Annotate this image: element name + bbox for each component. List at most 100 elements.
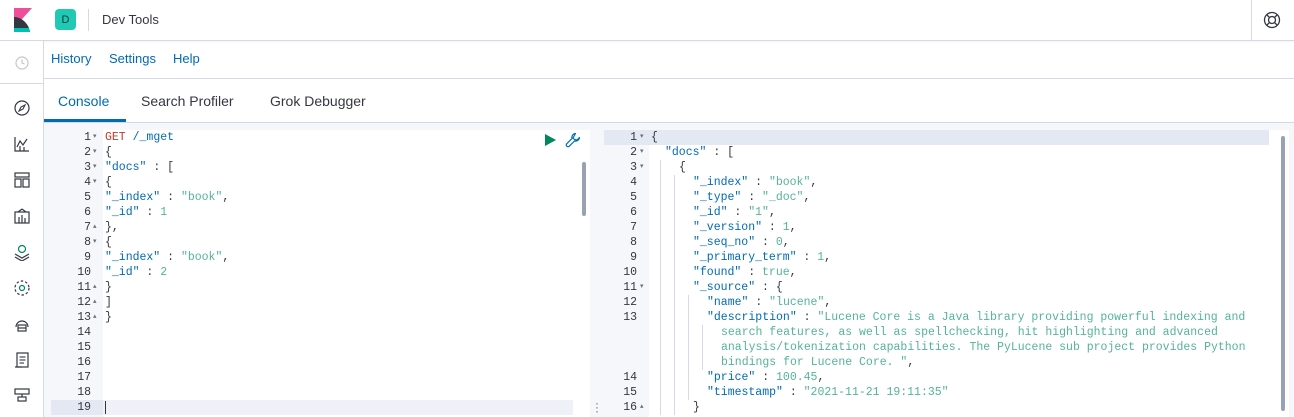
menu-history-link[interactable]: History xyxy=(51,51,91,66)
fold-toggle-icon[interactable]: ▾ xyxy=(93,175,97,190)
indent-guide xyxy=(660,295,661,310)
fold-toggle-icon[interactable]: ▴ xyxy=(93,280,97,295)
help-lifebuoy-icon[interactable] xyxy=(1263,11,1281,29)
line-number: 18 xyxy=(77,386,91,399)
code-line: { xyxy=(105,176,112,189)
code-line: "_index" : "book", xyxy=(105,191,230,204)
line-number xyxy=(604,340,637,355)
indent-guide xyxy=(674,340,675,355)
code-line: }, xyxy=(105,221,119,234)
indent-guide xyxy=(660,385,661,400)
line-number: 13 xyxy=(77,311,91,324)
code-line: "name" : "lucene", xyxy=(707,296,832,309)
fold-toggle-icon[interactable]: ▾ xyxy=(93,145,97,160)
fold-toggle-icon[interactable]: ▾ xyxy=(640,130,644,145)
indent-guide xyxy=(660,205,661,220)
code-line: "_id" : 1 xyxy=(105,206,168,219)
line-number: 15 xyxy=(77,341,91,354)
line-number: 6 xyxy=(630,206,637,219)
tab-grok-debugger[interactable]: Grok Debugger xyxy=(270,93,366,109)
menu-help-link[interactable]: Help xyxy=(173,51,200,66)
tab-console[interactable]: Console xyxy=(58,93,109,109)
indent-guide xyxy=(674,355,675,370)
header-divider-right xyxy=(1251,0,1252,41)
indent-guide xyxy=(660,265,661,280)
active-line-highlight xyxy=(103,400,573,415)
dev-tools-app: D Dev Tools History Settings Help Consol… xyxy=(0,0,1294,417)
indent-guide xyxy=(688,355,689,370)
visualize-chart-icon[interactable] xyxy=(13,135,31,153)
code-line: ] xyxy=(105,296,112,309)
request-editor[interactable]: 1 ▾ GET /_mget 2 ▾{3 ▾ "docs" : [4 ▾{5 "_index" … xyxy=(51,130,590,417)
code-line: GET /_mget xyxy=(105,131,175,144)
pane-resize-handle[interactable]: · · · xyxy=(595,397,599,417)
response-active-line xyxy=(604,130,1269,145)
line-number: 19 xyxy=(77,401,91,414)
line-number: 14 xyxy=(77,326,91,339)
fold-toggle-icon[interactable]: ▾ xyxy=(640,160,644,175)
fold-toggle-icon[interactable]: ▾ xyxy=(93,235,97,250)
logs-icon[interactable] xyxy=(13,351,31,369)
line-number: 4 xyxy=(84,176,91,189)
indent-guide xyxy=(660,340,661,355)
indent-guide xyxy=(688,295,689,310)
side-navigation xyxy=(0,41,44,417)
tab-search-profiler[interactable]: Search Profiler xyxy=(141,93,234,109)
code-line: analysis/tokenization capabilities. The … xyxy=(721,341,1246,354)
indent-guide xyxy=(688,325,689,340)
line-number: 11 xyxy=(623,281,637,294)
line-number: 12 xyxy=(623,296,637,309)
line-number: 10 xyxy=(77,266,91,279)
line-number: 5 xyxy=(84,191,91,204)
indent-guide xyxy=(660,220,661,235)
indent-guide xyxy=(688,310,689,325)
code-line: "timestamp" : "2021-11-21 19:11:35" xyxy=(707,386,949,399)
fold-toggle-icon[interactable]: ▴ xyxy=(93,310,97,325)
code-line: "_id" : "1", xyxy=(693,206,776,219)
maps-icon[interactable] xyxy=(13,243,31,261)
dev-tools-tabs: Console Search Profiler Grok Debugger xyxy=(44,79,1294,123)
line-number: 16 xyxy=(77,356,91,369)
response-viewer[interactable]: 1 ▾{2 ▾ "docs" : [3 ▾{4 "_index" : "book", 5 "_… xyxy=(604,130,1289,417)
clock-icon[interactable] xyxy=(13,54,31,72)
kibana-logo-icon[interactable] xyxy=(11,8,33,32)
machine-learning-icon[interactable] xyxy=(13,279,31,297)
app-title: Dev Tools xyxy=(102,12,159,27)
fold-toggle-icon[interactable]: ▴ xyxy=(93,220,97,235)
code-line: bindings for Lucene Core. ", xyxy=(721,356,915,369)
canvas-icon[interactable] xyxy=(13,207,31,225)
code-line: } xyxy=(693,401,700,414)
fold-toggle-icon[interactable]: ▾ xyxy=(93,130,97,145)
response-scrollbar[interactable] xyxy=(1281,136,1285,411)
code-line: "description" : "Lucene Core is a Java l… xyxy=(707,311,1246,324)
indent-guide xyxy=(660,310,661,325)
space-avatar[interactable]: D xyxy=(55,9,76,30)
menu-settings-link[interactable]: Settings xyxy=(109,51,156,66)
uptime-icon[interactable] xyxy=(13,387,31,405)
indent-guide xyxy=(688,370,689,385)
line-number: 9 xyxy=(84,251,91,264)
fold-toggle-icon[interactable]: ▴ xyxy=(93,295,97,310)
fold-toggle-icon[interactable]: ▾ xyxy=(640,280,644,295)
indent-guide xyxy=(674,295,675,310)
code-line: "found" : true, xyxy=(693,266,797,279)
code-line: { xyxy=(651,131,658,144)
wrench-icon[interactable] xyxy=(565,132,581,148)
indent-guide xyxy=(674,265,675,280)
indent-guide xyxy=(702,325,703,340)
line-number: 2 xyxy=(84,146,91,159)
code-line: "_type" : "_doc", xyxy=(693,191,811,204)
compass-icon[interactable] xyxy=(13,99,31,117)
fold-toggle-icon[interactable]: ▾ xyxy=(93,160,97,175)
indent-guide xyxy=(660,355,661,370)
play-icon[interactable] xyxy=(543,133,557,147)
code-line: "docs" : [ xyxy=(665,146,735,159)
indent-guide xyxy=(702,355,703,370)
code-line: "docs" : [ xyxy=(105,161,175,174)
infrastructure-icon[interactable] xyxy=(13,315,31,333)
request-scrollbar[interactable] xyxy=(582,162,586,216)
fold-toggle-icon[interactable]: ▴ xyxy=(640,400,644,415)
dashboard-icon[interactable] xyxy=(13,171,31,189)
code-line: } xyxy=(105,281,112,294)
fold-toggle-icon[interactable]: ▾ xyxy=(640,145,644,160)
